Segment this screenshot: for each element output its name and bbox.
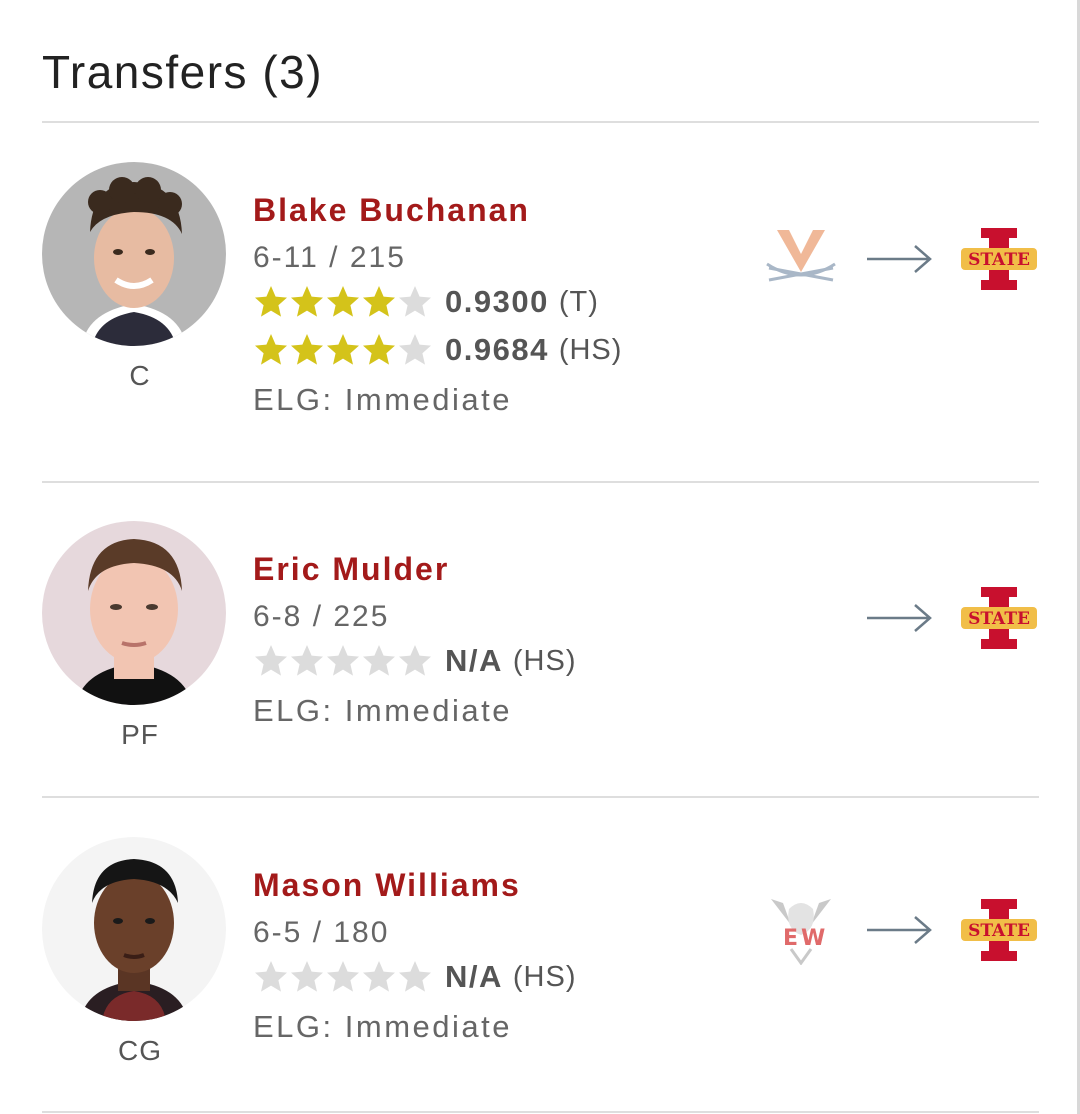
rating-transfer: 0.9300 (T)	[253, 278, 622, 326]
star-filled-icon	[363, 334, 395, 365]
star-filled-icon	[327, 334, 359, 365]
arrow-right-icon	[867, 916, 932, 944]
star-empty-icon	[327, 961, 359, 992]
svg-text:W: W	[801, 926, 825, 951]
rating-score: N/A	[445, 959, 503, 994]
player-name[interactable]: Blake Buchanan	[253, 190, 622, 230]
player-name[interactable]: Mason Williams	[253, 865, 577, 905]
player-photo[interactable]	[42, 837, 226, 1021]
star-empty-icon	[399, 286, 431, 317]
player-info: Blake Buchanan 6-11 / 215 0.9300 (T) 0.9…	[253, 190, 622, 420]
player-photo[interactable]	[42, 521, 226, 705]
iowa-state-logo[interactable]: STATE	[959, 583, 1039, 653]
player-position: C	[129, 360, 151, 391]
section-title: Transfers (3)	[42, 46, 324, 98]
rating-high-school: N/A (HS)	[253, 637, 577, 685]
transfer-move: STATE	[761, 224, 1039, 294]
eastern-washington-logo[interactable]: E W	[761, 895, 841, 966]
rating-type: (HS)	[512, 960, 577, 993]
rating-type: (T)	[558, 285, 599, 318]
star-rating	[253, 643, 433, 679]
rating-type: (HS)	[512, 644, 577, 677]
star-filled-icon	[363, 286, 395, 317]
eligibility: ELG: Immediate	[253, 382, 512, 417]
rating-score: N/A	[445, 643, 503, 678]
height-weight: 6-5 / 180	[253, 916, 390, 949]
player-photo[interactable]	[42, 162, 226, 346]
rating-score: 0.9684	[445, 332, 549, 367]
star-empty-icon	[291, 645, 323, 676]
divider	[42, 121, 1039, 123]
virginia-logo[interactable]	[761, 224, 841, 294]
star-rating	[253, 332, 433, 368]
iowa-state-logo[interactable]: STATE	[959, 224, 1039, 294]
svg-text:STATE: STATE	[968, 609, 1030, 629]
svg-text:STATE: STATE	[968, 250, 1030, 270]
star-empty-icon	[255, 961, 287, 992]
star-rating	[253, 284, 433, 320]
height-weight: 6-11 / 215	[253, 241, 406, 274]
star-filled-icon	[291, 334, 323, 365]
star-filled-icon	[255, 334, 287, 365]
star-rating	[253, 959, 433, 995]
player-name[interactable]: Eric Mulder	[253, 549, 577, 589]
rating-score: 0.9300	[445, 284, 549, 319]
rating-type: (HS)	[558, 333, 623, 366]
star-empty-icon	[291, 961, 323, 992]
star-filled-icon	[255, 286, 287, 317]
transfer-move: E W STATE	[761, 895, 1039, 966]
divider	[42, 796, 1039, 798]
arrow-right-icon	[867, 604, 932, 632]
rating-high-school: 0.9684 (HS)	[253, 326, 622, 374]
player-info: Eric Mulder 6-8 / 225 N/A (HS) ELG: Imme…	[253, 549, 577, 731]
transfer-move: STATE	[841, 583, 1039, 653]
star-empty-icon	[363, 645, 395, 676]
star-empty-icon	[399, 961, 431, 992]
player-info: Mason Williams 6-5 / 180 N/A (HS) ELG: I…	[253, 865, 577, 1047]
star-filled-icon	[327, 286, 359, 317]
player-position: PF	[121, 719, 159, 750]
eligibility: ELG: Immediate	[253, 693, 512, 728]
rating-high-school: N/A (HS)	[253, 953, 577, 1001]
star-empty-icon	[399, 645, 431, 676]
divider	[42, 481, 1039, 483]
svg-text:E: E	[783, 926, 798, 951]
star-filled-icon	[291, 286, 323, 317]
star-empty-icon	[399, 334, 431, 365]
star-empty-icon	[327, 645, 359, 676]
player-position: CG	[118, 1035, 162, 1066]
eligibility: ELG: Immediate	[253, 1009, 512, 1044]
iowa-state-logo[interactable]: STATE	[959, 895, 1039, 965]
star-empty-icon	[255, 645, 287, 676]
arrow-right-icon	[867, 245, 932, 273]
star-empty-icon	[363, 961, 395, 992]
svg-text:STATE: STATE	[968, 921, 1030, 941]
height-weight: 6-8 / 225	[253, 600, 390, 633]
divider	[42, 1111, 1039, 1113]
